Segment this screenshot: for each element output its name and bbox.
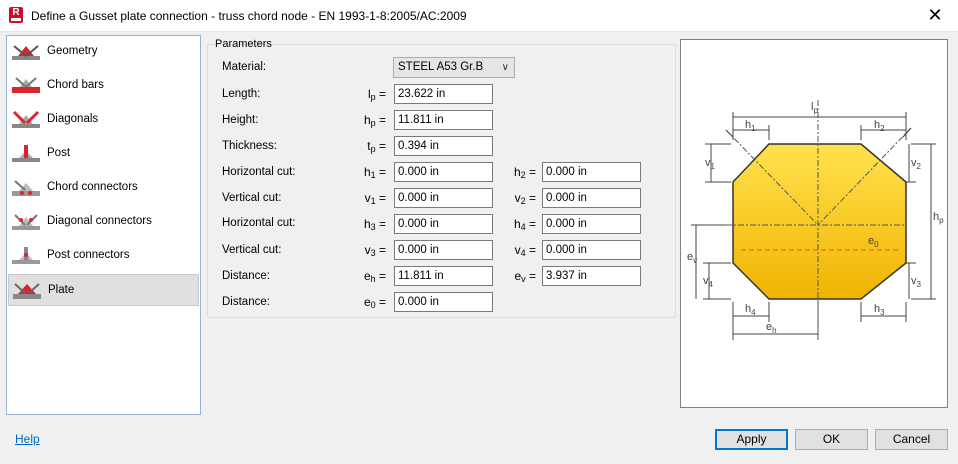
title-bar: R Define a Gusset plate connection - tru… xyxy=(0,0,958,32)
nav-item-chord-bars[interactable]: Chord bars xyxy=(8,70,199,102)
v4-symbol: v4 = xyxy=(514,243,536,258)
vertical-cut-label-2: Vertical cut: xyxy=(222,244,282,256)
nav-item-plate[interactable]: Plate xyxy=(8,274,199,306)
horizontal-cut-label-2: Horizontal cut: xyxy=(222,217,296,229)
close-button[interactable]: ✕ xyxy=(912,0,958,31)
material-label: Material: xyxy=(222,61,267,73)
v4-diagram-label: v4 xyxy=(703,275,714,289)
window-title: Define a Gusset plate connection - truss… xyxy=(31,9,467,23)
eh-symbol: eh = xyxy=(363,269,386,284)
v2-symbol: v2 = xyxy=(514,191,536,206)
h1-input[interactable]: 0.000 in xyxy=(394,162,493,182)
post-connectors-icon xyxy=(12,247,40,264)
h3-diagram-label: h3 xyxy=(874,303,885,317)
lp-label: lp xyxy=(811,101,818,115)
distance-label: Distance: xyxy=(222,270,270,282)
height-label: Height: xyxy=(222,114,259,126)
gusset-plate-diagram: lp h1 h2 v1 v2 hp e0 ev v4 v3 h4 h3 eh xyxy=(687,100,944,340)
h3-symbol: h3 = xyxy=(363,217,386,232)
nav-item-label: Chord bars xyxy=(47,79,104,91)
help-link[interactable]: Help xyxy=(15,432,40,446)
nav-item-label: Geometry xyxy=(47,45,98,57)
apply-button[interactable]: Apply xyxy=(715,429,788,450)
distance-label-2: Distance: xyxy=(222,296,270,308)
v4-input[interactable]: 0.000 in xyxy=(542,240,641,260)
plate-preview: lp h1 h2 v1 v2 hp e0 ev v4 v3 h4 h3 eh xyxy=(680,39,948,408)
nav-item-geometry[interactable]: Geometry xyxy=(8,36,199,68)
nav-item-label: Diagonal connectors xyxy=(47,215,152,227)
nav-item-post-connectors[interactable]: Post connectors xyxy=(8,240,199,272)
parameters-group-label: Parameters xyxy=(215,38,272,50)
vertical-cut-label: Vertical cut: xyxy=(222,192,282,204)
h1-diagram-label: h1 xyxy=(745,119,756,133)
h4-symbol: h4 = xyxy=(513,217,536,232)
h3-input[interactable]: 0.000 in xyxy=(394,214,493,234)
app-logo-icon: R xyxy=(9,7,23,23)
v2-diagram-label: v2 xyxy=(911,157,922,171)
v3-diagram-label: v3 xyxy=(911,275,922,289)
diagonal-connectors-icon xyxy=(12,214,40,230)
nav-item-label: Post xyxy=(47,147,71,159)
h2-input[interactable]: 0.000 in xyxy=(542,162,641,182)
v1-input[interactable]: 0.000 in xyxy=(394,188,493,208)
ev-input[interactable]: 3.937 in xyxy=(542,266,641,286)
height-symbol: hp = xyxy=(363,113,386,128)
geometry-icon xyxy=(12,45,40,60)
category-list: Geometry Chord bars Diagonals Post Chord… xyxy=(6,35,201,415)
h2-symbol: h2 = xyxy=(513,165,536,180)
v1-diagram-label: v1 xyxy=(705,157,716,171)
h4-input[interactable]: 0.000 in xyxy=(542,214,641,234)
thickness-symbol: tp = xyxy=(367,139,386,154)
eh-input[interactable]: 11.811 in xyxy=(394,266,493,286)
horizontal-cut-label: Horizontal cut: xyxy=(222,166,296,178)
v2-input[interactable]: 0.000 in xyxy=(542,188,641,208)
e0-symbol: e0 = xyxy=(363,295,386,310)
ok-button[interactable]: OK xyxy=(795,429,868,450)
e0-input[interactable]: 0.000 in xyxy=(394,292,493,312)
height-input[interactable]: 11.811 in xyxy=(394,110,493,130)
nav-item-diagonal-connectors[interactable]: Diagonal connectors xyxy=(8,206,199,238)
hp-diagram-label: hp xyxy=(933,211,944,225)
h1-symbol: h1 = xyxy=(363,165,386,180)
nav-item-label: Plate xyxy=(48,284,75,296)
material-select[interactable]: STEEL A53 Gr.B ∨ xyxy=(393,57,515,78)
gusset-plate-shape xyxy=(732,143,907,300)
eh-diagram-label: eh xyxy=(766,321,777,335)
plate-icon xyxy=(13,283,41,299)
thickness-input[interactable]: 0.394 in xyxy=(394,136,493,156)
v3-input[interactable]: 0.000 in xyxy=(394,240,493,260)
cancel-button[interactable]: Cancel xyxy=(875,429,948,450)
thickness-label: Thickness: xyxy=(222,140,277,152)
nav-item-post[interactable]: Post xyxy=(8,138,199,170)
v1-symbol: v1 = xyxy=(364,191,386,206)
chevron-down-icon: ∨ xyxy=(501,62,509,73)
length-input[interactable]: 23.622 in xyxy=(394,84,493,104)
h2-diagram-label: h2 xyxy=(874,119,885,133)
length-symbol: lp = xyxy=(367,87,386,102)
length-label: Length: xyxy=(222,88,261,100)
chord-connectors-icon xyxy=(12,180,40,196)
post-icon xyxy=(12,145,40,162)
ev-symbol: ev = xyxy=(514,269,536,284)
diagonals-icon xyxy=(12,110,40,128)
close-icon: ✕ xyxy=(927,5,943,25)
nav-item-chord-connectors[interactable]: Chord connectors xyxy=(8,172,199,204)
nav-item-label: Diagonals xyxy=(47,113,99,125)
nav-item-label: Post connectors xyxy=(47,249,130,261)
v3-symbol: v3 = xyxy=(364,243,386,258)
chord-bars-icon xyxy=(12,77,40,93)
h4-diagram-label: h4 xyxy=(745,303,756,317)
nav-item-label: Chord connectors xyxy=(47,181,138,193)
nav-item-diagonals[interactable]: Diagonals xyxy=(8,104,199,136)
